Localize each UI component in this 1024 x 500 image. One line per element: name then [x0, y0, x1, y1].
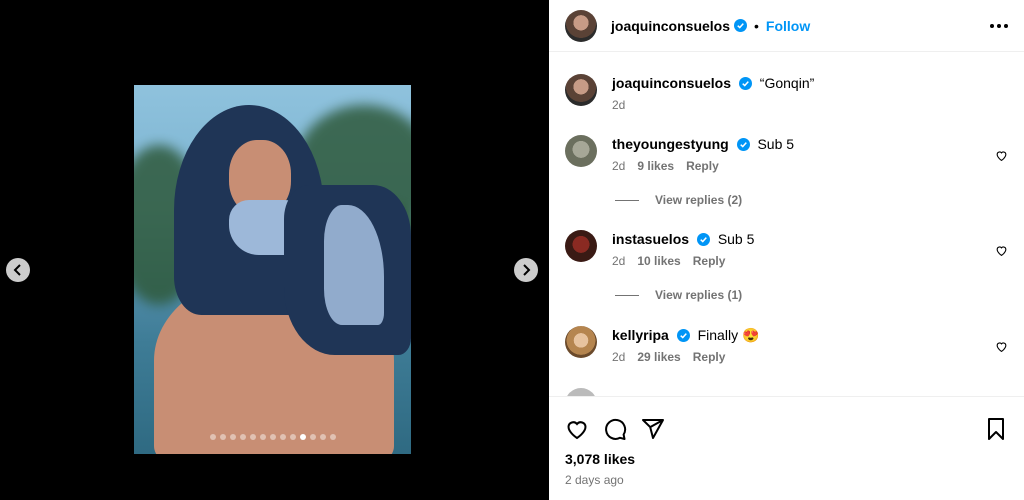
view-replies-button[interactable]: View replies (2)	[615, 193, 742, 207]
comment-text: Sub 5	[717, 231, 755, 247]
carousel-dots	[134, 434, 411, 440]
caption-text: “Gonqin”	[759, 75, 815, 91]
heart-icon[interactable]	[995, 244, 1008, 257]
commenter-avatar[interactable]	[565, 388, 597, 396]
author-username[interactable]: joaquinconsuelos	[611, 18, 730, 34]
comment-item: instasuelos Sub 5 2d 10 likes Reply	[565, 230, 1008, 268]
post-photo[interactable]	[134, 85, 411, 454]
author-avatar[interactable]	[565, 9, 597, 42]
commenter-username[interactable]: theyoungestyung	[612, 136, 729, 152]
separator-dot: •	[754, 17, 759, 34]
carousel-dot	[239, 434, 246, 440]
bookmark-icon[interactable]	[984, 417, 1008, 441]
comment-item: kellyripa Finally 😍 2d 29 likes Reply	[565, 326, 1008, 364]
carousel-dot	[289, 434, 296, 440]
comment-likes[interactable]: 10 likes	[637, 254, 680, 268]
comment-text: Sub 5	[757, 136, 795, 152]
carousel-dot	[279, 434, 286, 440]
view-replies-button[interactable]: View replies (1)	[615, 288, 742, 302]
media-pane	[0, 0, 549, 500]
caption-age: 2d	[612, 98, 626, 112]
comment-age: 2d	[612, 254, 626, 268]
verified-icon	[676, 329, 690, 342]
verified-icon	[734, 19, 748, 32]
post-actions: 3,078 likes 2 days ago	[549, 396, 1024, 500]
carousel-dot	[219, 434, 226, 440]
commenter-avatar[interactable]	[565, 135, 597, 167]
follow-button[interactable]: Follow	[766, 18, 810, 34]
carousel-dot	[209, 434, 216, 440]
commenter-username[interactable]: instasuelos	[612, 231, 689, 247]
comment-age: 2d	[612, 159, 626, 173]
post-details-pane: joaquinconsuelos • Follow joaquinconsuel…	[549, 0, 1024, 500]
comment-likes[interactable]: 29 likes	[637, 350, 680, 364]
heart-icon[interactable]	[995, 149, 1008, 162]
carousel-dot	[299, 434, 306, 440]
comment-item: theyoungestyung Sub 5 2d 9 likes Reply	[565, 135, 1008, 173]
post-header: joaquinconsuelos • Follow	[549, 0, 1024, 52]
reply-button[interactable]: Reply	[693, 350, 726, 364]
post-time: 2 days ago	[565, 473, 624, 487]
comment-icon[interactable]	[603, 417, 627, 441]
carousel-dot	[309, 434, 316, 440]
reply-button[interactable]: Reply	[693, 254, 726, 268]
replies-rule	[615, 199, 639, 201]
comment-age: 2d	[612, 350, 626, 364]
carousel-dot	[269, 434, 276, 440]
verified-icon	[738, 77, 752, 90]
replies-rule	[615, 294, 639, 296]
verified-icon	[696, 233, 710, 246]
view-replies-label: View replies (2)	[655, 193, 743, 207]
comment-text: Finally 😍	[697, 327, 760, 343]
commenter-avatar[interactable]	[565, 230, 597, 262]
carousel-dot	[249, 434, 256, 440]
reply-button[interactable]: Reply	[686, 159, 719, 173]
caption: joaquinconsuelos “Gonqin” 2d	[565, 74, 1008, 112]
previous-slide-button[interactable]	[6, 258, 30, 282]
caption-avatar[interactable]	[565, 74, 597, 106]
verified-icon	[736, 138, 750, 151]
chevron-left-icon	[13, 264, 21, 276]
comment-item-partial	[565, 388, 1008, 396]
likes-count[interactable]: 3,078 likes	[549, 451, 1024, 467]
share-icon[interactable]	[641, 417, 665, 441]
carousel-dot	[229, 434, 236, 440]
caption-username[interactable]: joaquinconsuelos	[612, 75, 731, 91]
comment-likes[interactable]: 9 likes	[637, 159, 674, 173]
carousel-dot	[329, 434, 336, 440]
carousel-dot	[259, 434, 266, 440]
chevron-right-icon	[523, 264, 531, 276]
view-replies-label: View replies (1)	[655, 288, 743, 302]
comments-list: joaquinconsuelos “Gonqin” 2d theyoungest…	[549, 52, 1024, 396]
more-options-icon[interactable]	[990, 23, 1008, 28]
heart-icon[interactable]	[995, 340, 1008, 353]
commenter-avatar[interactable]	[565, 326, 597, 358]
heart-icon[interactable]	[565, 417, 589, 441]
next-slide-button[interactable]	[514, 258, 538, 282]
commenter-username[interactable]: kellyripa	[612, 327, 669, 343]
carousel-dot	[319, 434, 326, 440]
